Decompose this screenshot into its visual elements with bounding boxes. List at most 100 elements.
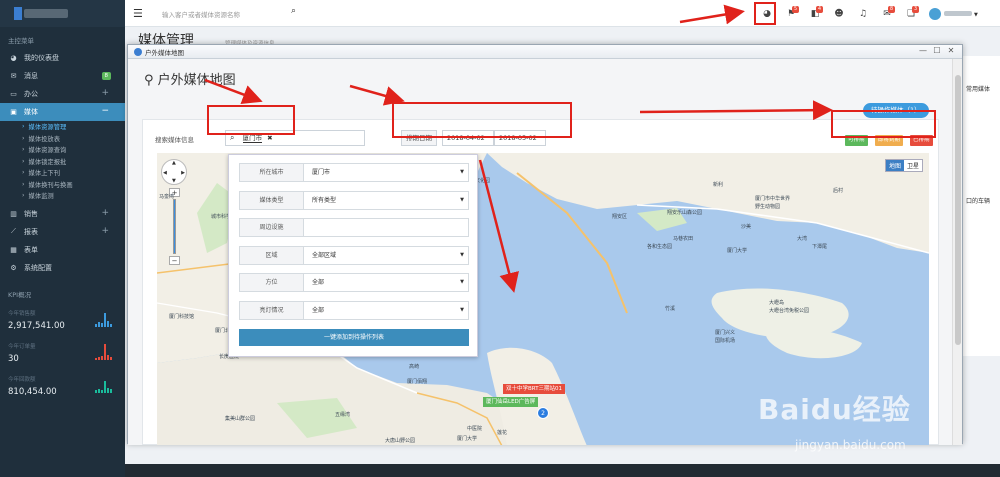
dialog-titlebar[interactable]: 户外媒体地图 — ☐ ✕ [128,45,962,59]
highlight-box [831,110,936,138]
search-icon[interactable]: ⌕ [291,6,296,16]
background-text: 口的车辆 [966,198,991,205]
user-menu[interactable]: ▼ [923,7,978,20]
map-label: 野生动物园 [755,204,781,210]
background-text: 常用媒体 [966,86,991,93]
kpi-sparkline [95,312,112,327]
highlight-box [207,105,295,135]
submenu-item[interactable]: › 媒体监测 [0,190,125,202]
gear-icon: ⚙ [10,263,17,272]
map-type-switch: 地图 卫星 [884,159,923,172]
sidebar-item-dashboard[interactable]: ◕ 我的仪表盘 [0,49,125,67]
map-type-satellite[interactable]: 卫星 [903,160,922,171]
map-label: 大唐山野公园 [385,438,416,444]
pan-compass[interactable]: ▲ ▼ ◀ ▶ [161,159,187,185]
maximize-icon[interactable]: ☐ [930,46,944,55]
chevron-down-icon: ▼ [460,306,464,313]
kpi-card: 今年回款额 810,454.00 [0,371,125,404]
messages-badge: 8 [101,72,111,80]
filter-field-value: 全部 [312,279,325,286]
filter-field-value: 厦门市 [312,169,331,176]
lock-icon[interactable]: ◧ 4 [803,5,827,19]
map-label: 竹溪 [665,306,676,312]
map-label: 新利 [713,182,724,188]
map-label: 厦门兴义 [715,330,736,336]
highlight-box [392,102,572,138]
filter-field[interactable]: 方位 全部 ▼ [239,273,469,292]
map-type-map[interactable]: 地图 [885,160,904,171]
filter-field[interactable]: 亮灯情况 全部 ▼ [239,300,469,320]
menu-toggle-icon[interactable]: ☰ [133,7,143,20]
chevron-down-icon: ▼ [460,196,464,203]
submenu-item[interactable]: › 媒体锁定报批 [0,156,125,168]
map-label: 各和生态园 [647,244,673,250]
menu-heading: 主控菜单 [8,37,34,45]
submenu-item[interactable]: › 媒体资源查询 [0,144,125,156]
sidebar-item-forms[interactable]: ▦ 表单 [0,241,125,259]
map-label: 大湾 [797,236,808,242]
global-search-input[interactable]: 输入客户或者媒体资源名称 [162,9,240,19]
map-label: 厦门大学 [727,248,748,254]
app-logo[interactable] [0,0,125,27]
sidebar-item-sales[interactable]: ▥ 销售 + [0,205,125,223]
filter-field[interactable]: 周边设施 [239,218,469,237]
top-bar: ☰ 输入客户或者媒体资源名称 ⌕ ◕ ⚑ 5 ◧ 4 ☻ ♫ ✉ 8 ❏ 3 ▼ [125,0,1000,27]
map-label: 马銮湾 [159,194,175,200]
monitor-icon: ▭ [10,90,17,98]
watermark-url: jingyan.baidu.com [795,438,906,452]
map-label: 高崎 [409,364,420,370]
dialog-scrollbar[interactable] [952,59,962,445]
media-pin[interactable]: 双十中学BRT三期站01 [503,384,566,394]
search-label: 搜索媒体信息 [155,136,194,144]
submenu-item[interactable]: › 媒体换刊与换画 [0,179,125,191]
sidebar-item-messages[interactable]: ✉ 消息 8 [0,67,125,85]
map-pin-icon: ⚲ [144,73,158,88]
map-label: 厦门大学 [457,436,478,442]
user-name-blurred [944,11,972,16]
remove-tag-icon[interactable]: ✖ [267,134,272,142]
sidebar-item-office[interactable]: ▭ 办公 + [0,85,125,103]
map-cluster[interactable]: 2 [537,407,549,419]
sidebar-item-settings[interactable]: ⚙ 系统配置 [0,259,125,277]
filter-field[interactable]: 媒体类型 所有类型 ▼ [239,190,469,210]
kpi-card: 今年销售额 2,917,541.00 [0,305,125,338]
table-icon: ▦ [10,245,17,254]
city-tag: 厦门市 [242,134,263,143]
zoom-out-button[interactable]: − [169,256,180,265]
map-label: 后村 [833,188,844,194]
chevron-down-icon: ▼ [460,169,464,175]
flag-icon[interactable]: ⚑ 5 [779,5,803,19]
submenu-item[interactable]: › 媒体上下刊 [0,167,125,179]
map-label: 莲花 [497,430,508,436]
filter-form-popup: 所在城市 厦门市 ▼ 媒体类型 所有类型 ▼ 周边设施 区域 全部区域 ▼ 方位 全部 ▼ 亮灯情况 全部 ▼… [228,154,478,357]
filter-field-label: 区域 [240,246,304,264]
comment-icon[interactable]: ❏ 3 [899,5,923,19]
dialog-heading: ⚲ 户外媒体地图 [144,73,236,88]
filter-field-value: 全部 [312,306,325,314]
zoom-slider[interactable] [173,199,176,254]
filter-field[interactable]: 区域 全部区域 ▼ [239,245,469,265]
collapse-icon: − [101,106,109,116]
expand-icon: + [101,207,109,218]
filter-field[interactable]: 所在城市 厦门市 ▼ [239,163,469,182]
close-icon[interactable]: ✕ [944,46,958,55]
kpi-card: 今年订单量 30 [0,338,125,371]
map-label: 马巷农田 [673,236,694,242]
bell-icon[interactable]: ♫ [851,9,875,19]
zoom-control: ▲ ▼ ◀ ▶ + − [161,159,187,265]
map-label: 厦门市中华世界 [755,196,791,202]
sidebar-item-media[interactable]: ▣ 媒体 − [0,103,125,121]
submenu-item[interactable]: › 媒体投放表 [0,133,125,145]
users-icon[interactable]: ☻ [827,9,851,19]
minimize-icon[interactable]: — [916,46,930,55]
add-to-pending-button[interactable]: 一键添加到待操作列表 [239,329,469,346]
sidebar-item-reports[interactable]: ⟋ 报表 + [0,223,125,241]
image-icon: ▣ [10,108,17,116]
map-label: 沙美 [741,224,752,230]
mail-icon: ✉ [10,72,17,80]
map-label: 五缘湾 [335,412,351,418]
envelope-icon[interactable]: ✉ 8 [875,5,899,19]
media-pin[interactable]: 厦门仙岳LED广告屏 [483,397,539,407]
submenu-item[interactable]: › 媒体资源管理 [0,121,125,133]
highlight-box [754,2,776,25]
